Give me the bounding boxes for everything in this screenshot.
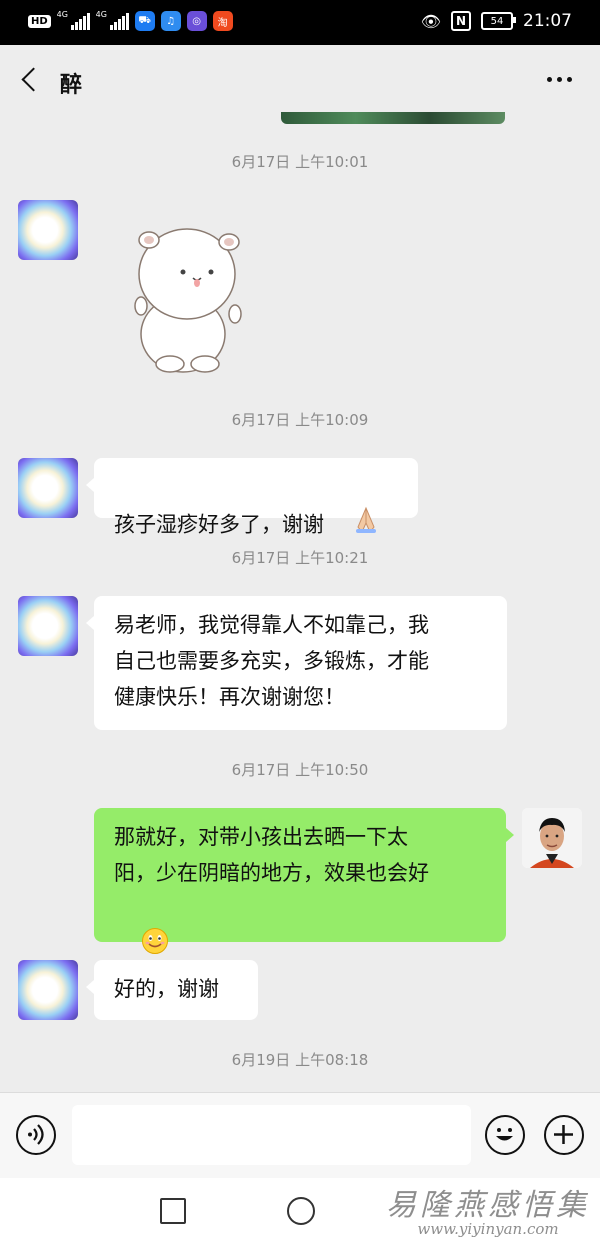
message-text: 好的，谢谢 [114, 977, 219, 1001]
shopping-app-icon: 淘 [212, 11, 233, 31]
status-bar: HD 4G 4G ⛟ ♫ ◎ 淘 👁 N 54 21:07 [0, 0, 600, 45]
clock: 21:07 [523, 11, 572, 31]
network-type-label: 4G [56, 10, 68, 19]
chat-header: 醉 [0, 45, 600, 119]
message-bubble-received[interactable]: 好的，谢谢 [86, 960, 258, 1020]
pray-emoji [324, 469, 381, 582]
battery-icon: 54 [481, 12, 516, 30]
more-dots-icon[interactable] [547, 77, 572, 82]
chevron-left-icon[interactable] [16, 65, 44, 93]
contact-avatar[interactable] [18, 960, 78, 1020]
timestamp: 6月17日 上午10:01 [231, 153, 369, 171]
watermark-text: 易隆燕感悟集 [386, 1188, 590, 1223]
contact-avatar[interactable] [18, 458, 78, 518]
hd-badge: HD [28, 14, 51, 28]
white-hamster-sticker[interactable] [125, 214, 250, 379]
message-bubble-received[interactable]: 易老师，我觉得靠人不如靠己，我 自己也需要多充实，多锻炼，才能 健康快乐！再次谢… [86, 596, 507, 730]
network-type-label: 4G [95, 10, 107, 19]
message-text: 孩子湿疹好多了，谢谢 [114, 512, 324, 537]
status-left: HD 4G 4G ⛟ ♫ ◎ 淘 [28, 10, 233, 31]
input-bar [0, 1092, 600, 1179]
emoji-icon[interactable] [485, 1115, 525, 1155]
contact-avatar[interactable] [18, 596, 78, 656]
plus-icon[interactable] [544, 1115, 584, 1155]
timestamp: 6月17日 上午10:50 [231, 761, 369, 779]
nfc-icon: N [451, 11, 471, 31]
timestamp: 6月19日 上午08:18 [231, 1051, 369, 1069]
contact-avatar[interactable] [18, 200, 78, 260]
message-bubble-received[interactable]: 孩子湿疹好多了，谢谢 [86, 458, 418, 537]
home-button[interactable] [287, 1197, 315, 1225]
image-message-peek[interactable] [281, 112, 505, 124]
system-nav-bar: 易隆燕感悟集 www.yiyinyan.com [0, 1178, 600, 1244]
music-app-icon: ♫ [160, 11, 181, 31]
eye-comfort-icon: 👁 [420, 11, 441, 31]
signal-icon: 4G [95, 10, 129, 30]
my-avatar[interactable] [522, 808, 582, 868]
chat-title: 醉 [60, 73, 83, 98]
message-bubble-sent[interactable]: 那就好，对带小孩出去晒一下太 阳，少在阴暗的地方，效果也会好 [94, 808, 514, 954]
delivery-app-icon: ⛟ [134, 11, 155, 31]
watermark: 易隆燕感悟集 www.yiyinyan.com [386, 1180, 590, 1238]
timestamp: 6月17日 上午10:09 [231, 411, 369, 429]
message-input[interactable] [72, 1105, 471, 1165]
battery-level: 54 [490, 15, 504, 27]
purple-app-icon: ◎ [186, 11, 207, 31]
signal-icon: 4G [56, 10, 90, 30]
voice-icon[interactable] [16, 1115, 56, 1155]
message-text: 易老师，我觉得靠人不如靠己，我 自己也需要多充实，多锻炼，才能 健康快乐！再次谢… [114, 613, 429, 709]
timestamp: 6月17日 上午10:21 [231, 549, 369, 567]
recent-apps-button[interactable] [160, 1198, 186, 1224]
message-text: 那就好，对带小孩出去晒一下太 阳，少在阴暗的地方，效果也会好 [114, 825, 429, 885]
status-right: 👁 N 54 21:07 [421, 11, 572, 31]
